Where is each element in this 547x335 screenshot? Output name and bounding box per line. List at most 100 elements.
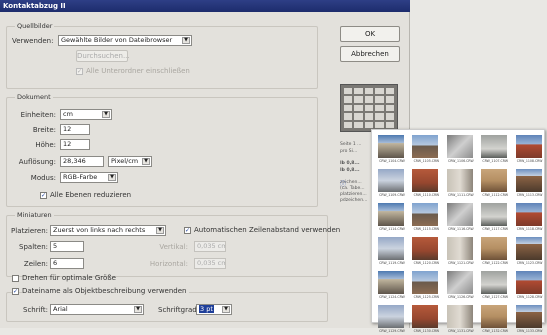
thumbnail-image — [378, 237, 404, 260]
thumbnail: CRW_1106.CRW — [445, 135, 475, 165]
thumbnail: CRW_1123.CRW — [514, 237, 544, 267]
thumbnail-image — [378, 203, 404, 226]
chevron-down-icon: ▼ — [134, 306, 142, 313]
window-titlebar: Kontaktabzug II — [0, 0, 410, 12]
info-line: Ib 0,8... — [340, 168, 360, 173]
einheiten-select[interactable]: cm ▼ — [60, 109, 112, 120]
thumbnail-image — [481, 271, 508, 294]
schrift-select[interactable]: Arial ▼ — [50, 304, 144, 315]
thumbnail: CRW_1125.CRW — [410, 271, 440, 301]
thumbnail-image — [515, 203, 542, 226]
schrift-value: Arial — [53, 305, 68, 313]
thumbnail-caption: CRW_1109.CRW — [379, 193, 405, 197]
thumbnail-caption: CRW_1104.CRW — [379, 159, 405, 163]
chevron-down-icon: ▼ — [142, 158, 150, 165]
thumbnail: CRW_1121.CRW — [445, 237, 475, 267]
thumbnail: CRW_1115.CRW — [410, 203, 440, 233]
abbrechen-label: Abbrechen — [351, 50, 389, 58]
zeilen-input[interactable]: 6 — [50, 258, 84, 269]
thumbnail: CRW_1124.CRW — [376, 271, 406, 301]
aufloesung-input[interactable]: 28,346 — [60, 156, 104, 167]
horizontal-input[interactable]: 0,035 cm — [194, 258, 226, 269]
hoehe-input[interactable]: 12 — [60, 139, 90, 150]
breite-input[interactable]: 12 — [60, 124, 90, 135]
verwenden-label: Verwenden: — [12, 37, 54, 45]
einheiten-label: Einheiten: — [20, 111, 56, 119]
thumbnail-caption: CRW_1117.CRW — [482, 227, 509, 231]
info-line: pdzeichen... — [340, 198, 368, 203]
modus-value: RGB-Farbe — [63, 173, 98, 181]
schriftgrad-value: 3 pt — [199, 305, 214, 313]
thumbnail: CRW_1120.CRW — [410, 237, 440, 267]
thumbnail-caption: CRW_1105.CRW — [413, 159, 440, 163]
thumbnail-image — [515, 305, 542, 328]
dateiname-checkbox[interactable]: ✓ — [12, 288, 19, 295]
thumbnail: CRW_1116.CRW — [445, 203, 475, 233]
thumbnail-image — [412, 305, 439, 328]
thumbnail-image — [378, 305, 404, 328]
modus-label: Modus: — [30, 174, 56, 182]
thumbnail: CRW_1126.CRW — [445, 271, 475, 301]
platzieren-select[interactable]: Zuerst von links nach rechts ▼ — [50, 225, 166, 236]
thumbnail-caption: CRW_1122.CRW — [482, 261, 509, 265]
spalten-input[interactable]: 5 — [50, 241, 84, 252]
thumbnail-image — [481, 135, 508, 158]
thumbnail-image — [412, 169, 439, 192]
info-line: Seite 1 ... — [340, 142, 362, 147]
thumbnail: CRW_1105.CRW — [410, 135, 440, 165]
thumbnail: CRW_1110.CRW — [410, 169, 440, 199]
thumbnail-image — [378, 169, 404, 192]
window-title: Kontaktabzug II — [3, 2, 66, 10]
thumbnail: CRW_1119.CRW — [376, 237, 406, 267]
info-line: pro Si... — [340, 149, 358, 154]
verwenden-select[interactable]: Gewählte Bilder von Dateibrowser ▼ — [58, 35, 192, 46]
info-line: Ib 0,8... — [340, 161, 360, 166]
thumbnail-caption: CRW_1114.CRW — [379, 227, 405, 231]
thumbnail-image — [446, 135, 473, 158]
thumbnail: CRW_1109.CRW — [376, 169, 406, 199]
durchsuchen-button[interactable]: Durchsuchen... — [76, 50, 130, 62]
vertikal-label: Vertikal: — [159, 243, 188, 251]
platzieren-value: Zuerst von links nach rechts — [53, 226, 146, 234]
thumbnail-image — [412, 135, 439, 158]
miniaturen-legend: Miniaturen — [15, 211, 54, 219]
thumbnail-caption: CRW_1116.CRW — [447, 227, 474, 231]
thumbnail-image — [412, 237, 439, 260]
thumbnail-caption: CRW_1112.CRW — [482, 193, 509, 197]
layout-preview — [340, 84, 398, 132]
ok-button[interactable]: OK — [340, 26, 400, 42]
vertikal-input[interactable]: 0,035 cm — [194, 241, 226, 252]
unterordner-checkbox[interactable]: ✓ — [76, 68, 83, 75]
auto-abstand-checkbox[interactable]: ✓ — [184, 227, 191, 234]
abbrechen-button[interactable]: Abbrechen — [340, 46, 400, 62]
modus-select[interactable]: RGB-Farbe ▼ — [60, 172, 118, 183]
thumbnail: CRW_1129.CRW — [376, 305, 406, 335]
thumbnail: CRW_1118.CRW — [514, 203, 544, 233]
drehen-checkbox[interactable] — [12, 275, 19, 282]
ebenen-checkbox[interactable]: ✓ — [40, 192, 47, 199]
thumbnail-caption: CRW_1119.CRW — [379, 261, 405, 265]
thumbnail: CRW_1122.CRW — [479, 237, 509, 267]
thumbnail-caption: CRW_1120.CRW — [413, 261, 440, 265]
dokument-legend: Dokument — [15, 93, 53, 101]
dateiname-label: Dateiname als Objektbeschreibung verwend… — [22, 287, 189, 295]
info-icon: ⓘ — [340, 181, 347, 188]
thumbnail: CRW_1108.CRW — [514, 135, 544, 165]
thumbnail-caption: CRW_1130.CRW — [413, 329, 440, 333]
chevron-down-icon: ▼ — [156, 227, 164, 234]
schriftgrad-select[interactable]: 3 pt ▼ — [196, 304, 232, 315]
thumbnail-image — [412, 203, 439, 226]
thumbnail-image — [515, 237, 542, 260]
chevron-down-icon: ▼ — [108, 174, 116, 181]
thumbnail-caption: CRW_1129.CRW — [379, 329, 405, 333]
thumbnail-image — [412, 271, 439, 294]
aufloesung-unit-select[interactable]: Pixel/cm ▼ — [108, 156, 152, 167]
thumbnail: CRW_1113.CRW — [514, 169, 544, 199]
thumbnail-image — [378, 271, 404, 294]
thumbnail-caption: CRW_1126.CRW — [447, 295, 474, 299]
drehen-label: Drehen für optimale Größe — [22, 274, 116, 282]
thumbnail: CRW_1132.CRW — [479, 305, 509, 335]
thumbnail-caption: CRW_1118.CRW — [516, 227, 543, 231]
thumbnail-caption: CRW_1125.CRW — [413, 295, 440, 299]
thumbnail-image — [515, 135, 542, 158]
